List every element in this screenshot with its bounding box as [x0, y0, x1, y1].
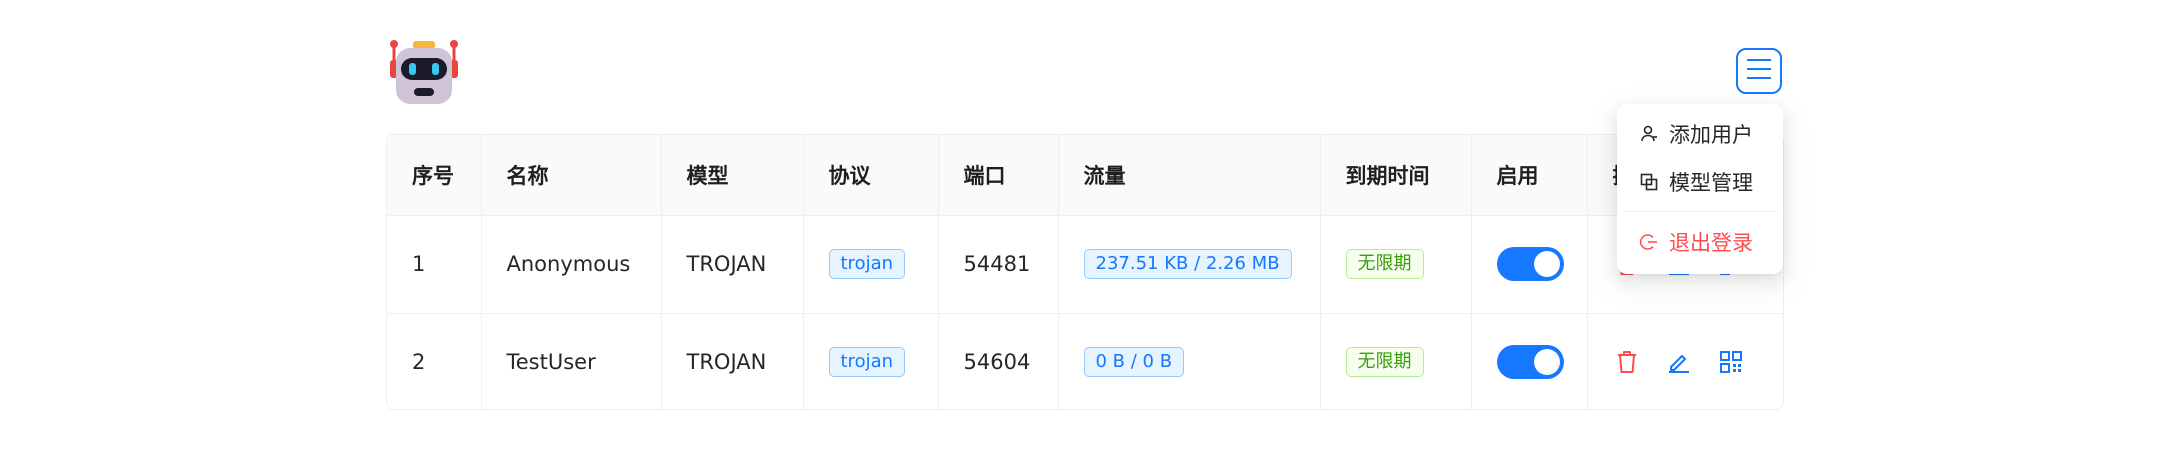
menu-button[interactable]	[1736, 48, 1782, 94]
menu-item-add-user[interactable]: 添加用户	[1617, 114, 1783, 154]
column-header-enabled: 启用	[1471, 135, 1588, 216]
traffic-tag: 0 B / 0 B	[1083, 347, 1185, 378]
user-add-icon	[1639, 124, 1659, 144]
row-enabled-cell	[1471, 215, 1588, 313]
column-header-protocol: 协议	[803, 135, 939, 216]
menu-item-label: 模型管理	[1669, 171, 1753, 195]
row-index: 2	[387, 312, 482, 409]
column-header-expiry: 到期时间	[1320, 135, 1472, 216]
row-enabled-cell	[1471, 312, 1588, 409]
main-container: 序号 名称 模型 协议 端口 流量 到期时间 启用 操作 1 Anonymous	[386, 0, 1784, 450]
column-header-traffic: 流量	[1058, 135, 1321, 216]
column-header-index: 序号	[387, 135, 482, 216]
toggle-knob	[1533, 251, 1560, 277]
row-actions	[1613, 348, 1784, 376]
row-protocol-cell: trojan	[803, 312, 939, 409]
edit-icon[interactable]	[1665, 348, 1693, 376]
row-expiry-cell: 无限期	[1320, 312, 1472, 409]
menu-item-label: 添加用户	[1669, 123, 1753, 147]
table-header-row: 序号 名称 模型 协议 端口 流量 到期时间 启用 操作	[387, 135, 1783, 216]
menu-item-model-management[interactable]: 模型管理	[1617, 162, 1783, 202]
protocol-tag: trojan	[828, 249, 906, 279]
row-port: 54604	[938, 312, 1059, 409]
row-protocol-cell: trojan	[803, 215, 939, 313]
row-traffic-cell: 0 B / 0 B	[1058, 312, 1321, 409]
dropdown-menu: 添加用户 模型管理 退出登录	[1617, 104, 1783, 274]
table-row: 2 TestUser TROJAN trojan 54604 0 B / 0 B…	[387, 312, 1784, 409]
row-index: 1	[387, 215, 482, 313]
column-header-name: 名称	[481, 135, 662, 216]
users-table: 序号 名称 模型 协议 端口 流量 到期时间 启用 操作 1 Anonymous	[386, 134, 1784, 410]
column-header-model: 模型	[661, 135, 804, 216]
row-name: Anonymous	[481, 215, 662, 313]
expiry-tag: 无限期	[1345, 347, 1424, 378]
row-model: TROJAN	[661, 215, 804, 313]
qrcode-icon[interactable]	[1717, 348, 1745, 376]
row-port: 54481	[938, 215, 1059, 313]
menu-item-label: 退出登录	[1669, 231, 1753, 255]
menu-item-logout[interactable]: 退出登录	[1617, 222, 1783, 262]
row-actions-cell	[1587, 312, 1784, 409]
table-row: 1 Anonymous TROJAN trojan 54481 237.51 K…	[387, 215, 1783, 313]
row-model: TROJAN	[661, 312, 804, 409]
logout-icon	[1639, 232, 1659, 252]
row-traffic-cell: 237.51 KB / 2.26 MB	[1058, 215, 1321, 313]
protocol-tag: trojan	[828, 347, 906, 378]
row-expiry-cell: 无限期	[1320, 215, 1472, 313]
robot-logo-icon	[388, 36, 460, 108]
toggle-knob	[1533, 349, 1560, 376]
hamburger-menu-icon	[1746, 58, 1772, 84]
enabled-toggle[interactable]	[1496, 247, 1564, 281]
column-header-port: 端口	[938, 135, 1059, 216]
traffic-tag: 237.51 KB / 2.26 MB	[1083, 249, 1292, 279]
expiry-tag: 无限期	[1345, 249, 1424, 279]
page: 序号 名称 模型 协议 端口 流量 到期时间 启用 操作 1 Anonymous	[0, 0, 2160, 450]
menu-divider	[1623, 211, 1777, 212]
enabled-toggle[interactable]	[1496, 345, 1564, 380]
delete-icon[interactable]	[1613, 348, 1641, 376]
row-name: TestUser	[481, 312, 662, 409]
copy-icon	[1639, 172, 1659, 192]
